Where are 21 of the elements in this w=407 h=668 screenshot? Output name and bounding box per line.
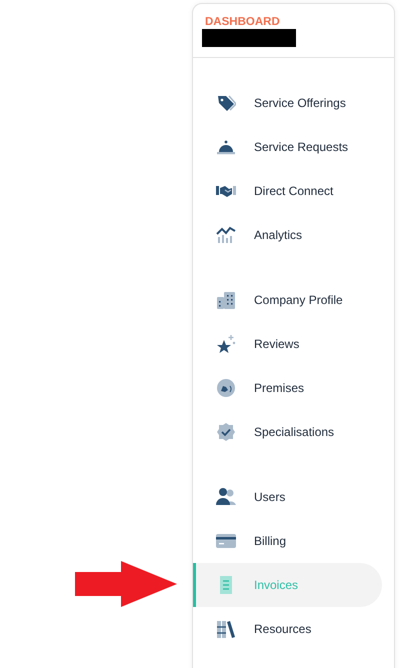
menu-item[interactable]: Reviews	[193, 322, 382, 366]
menu-item[interactable]: Users	[193, 475, 382, 519]
star-icon	[216, 334, 236, 354]
menu-item[interactable]: Specialisations	[193, 410, 382, 454]
users-icon	[216, 487, 236, 507]
menu-item[interactable]: Resources	[193, 607, 382, 651]
globe-icon	[216, 378, 236, 398]
tag-icon	[216, 93, 236, 113]
menu-item[interactable]: Analytics	[193, 213, 382, 257]
books-icon	[216, 619, 236, 639]
credit-card-icon	[216, 531, 236, 551]
building-icon	[216, 290, 236, 310]
menu-item[interactable]: Direct Connect	[193, 169, 382, 213]
menu-item[interactable]: Billing	[193, 519, 382, 563]
line-chart-icon	[216, 225, 236, 245]
menu-item[interactable]: Service Requests	[193, 125, 382, 169]
check-badge-icon	[216, 422, 236, 442]
menu-item[interactable]: Service Offerings	[193, 81, 382, 125]
dashboard-heading: DASHBOARD	[205, 16, 281, 29]
menu-item[interactable]: Premises	[193, 366, 382, 410]
menu-item[interactable]: Company Profile	[193, 278, 382, 322]
